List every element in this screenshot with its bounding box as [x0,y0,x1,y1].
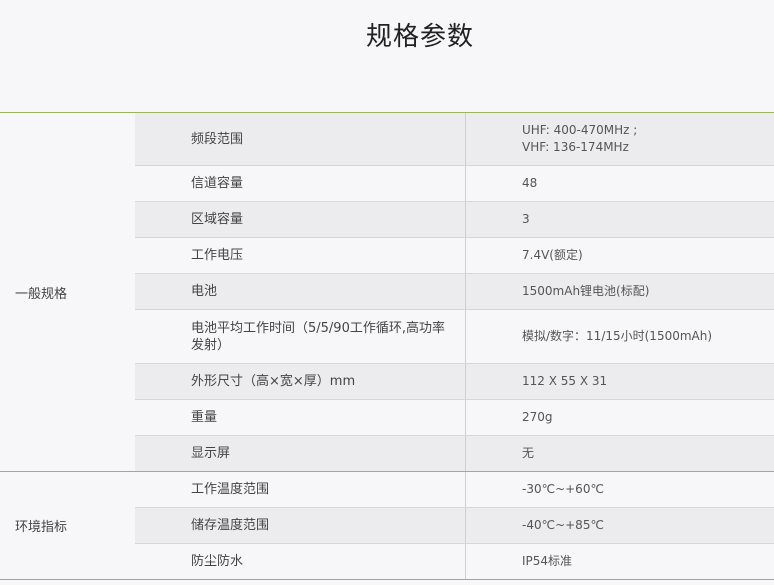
group-label: 环境指标 [15,520,68,535]
spec-name: 工作电压 [135,238,466,273]
spec-name: 重量 [135,400,466,435]
spec-value: -30℃~+60℃ [522,482,604,496]
spec-name: 电池平均工作时间（5/5/90工作循环,高功率发射） [135,310,466,363]
spec-row: 工作电压 7.4V(额定) [135,237,774,273]
spec-value: -40℃~+85℃ [522,518,604,532]
spec-row: 外形尺寸（高×宽×厚）mm 112 X 55 X 31 [135,363,774,399]
spec-group-environment: 环境指标 工作温度范围 -30℃~+60℃ 储存温度范围 -40℃~+85℃ 防… [0,472,774,580]
spec-row: 信道容量 48 [135,165,774,201]
page-title: 规格参数 [365,22,474,52]
spec-name: 信道容量 [135,166,466,201]
spec-row: 重量 270g [135,399,774,435]
spec-name: 区域容量 [135,202,466,237]
spec-row: 显示屏 无 [135,435,774,471]
spec-name: 频段范围 [135,113,466,165]
spec-row: 频段范围 UHF: 400-470MHz ; VHF: 136-174MHz [135,113,774,165]
spec-name: 显示屏 [135,436,466,471]
spec-name: 储存温度范围 [135,508,466,543]
spec-value: UHF: 400-470MHz ; VHF: 136-174MHz [522,123,638,154]
spec-value: 270g [522,410,553,424]
spec-value: 112 X 55 X 31 [522,374,608,388]
spec-value: 1500mAh锂电池(标配) [522,284,650,298]
spec-name: 防尘防水 [135,544,466,579]
spec-value: 7.4V(额定) [522,248,583,262]
spec-value: 3 [522,212,530,226]
spec-name: 外形尺寸（高×宽×厚）mm [135,364,466,399]
spec-value: 48 [522,176,538,190]
spec-name: 电池 [135,274,466,309]
spec-row: 电池平均工作时间（5/5/90工作循环,高功率发射） 模拟/数字：11/15小时… [135,309,774,363]
spec-row: 工作温度范围 -30℃~+60℃ [135,472,774,507]
spec-row: 储存温度范围 -40℃~+85℃ [135,507,774,543]
spec-table: 一般规格 频段范围 UHF: 400-470MHz ; VHF: 136-174… [0,112,774,580]
group-label: 一般规格 [15,286,68,302]
spec-name: 工作温度范围 [135,472,466,507]
spec-row: 区域容量 3 [135,201,774,237]
spec-value: 模拟/数字：11/15小时(1500mAh) [522,329,713,343]
spec-value: IP54标准 [522,554,573,568]
spec-row: 电池 1500mAh锂电池(标配) [135,273,774,309]
spec-group-general: 一般规格 频段范围 UHF: 400-470MHz ; VHF: 136-174… [0,113,774,472]
spec-row: 防尘防水 IP54标准 [135,543,774,579]
spec-value: 无 [522,446,535,460]
